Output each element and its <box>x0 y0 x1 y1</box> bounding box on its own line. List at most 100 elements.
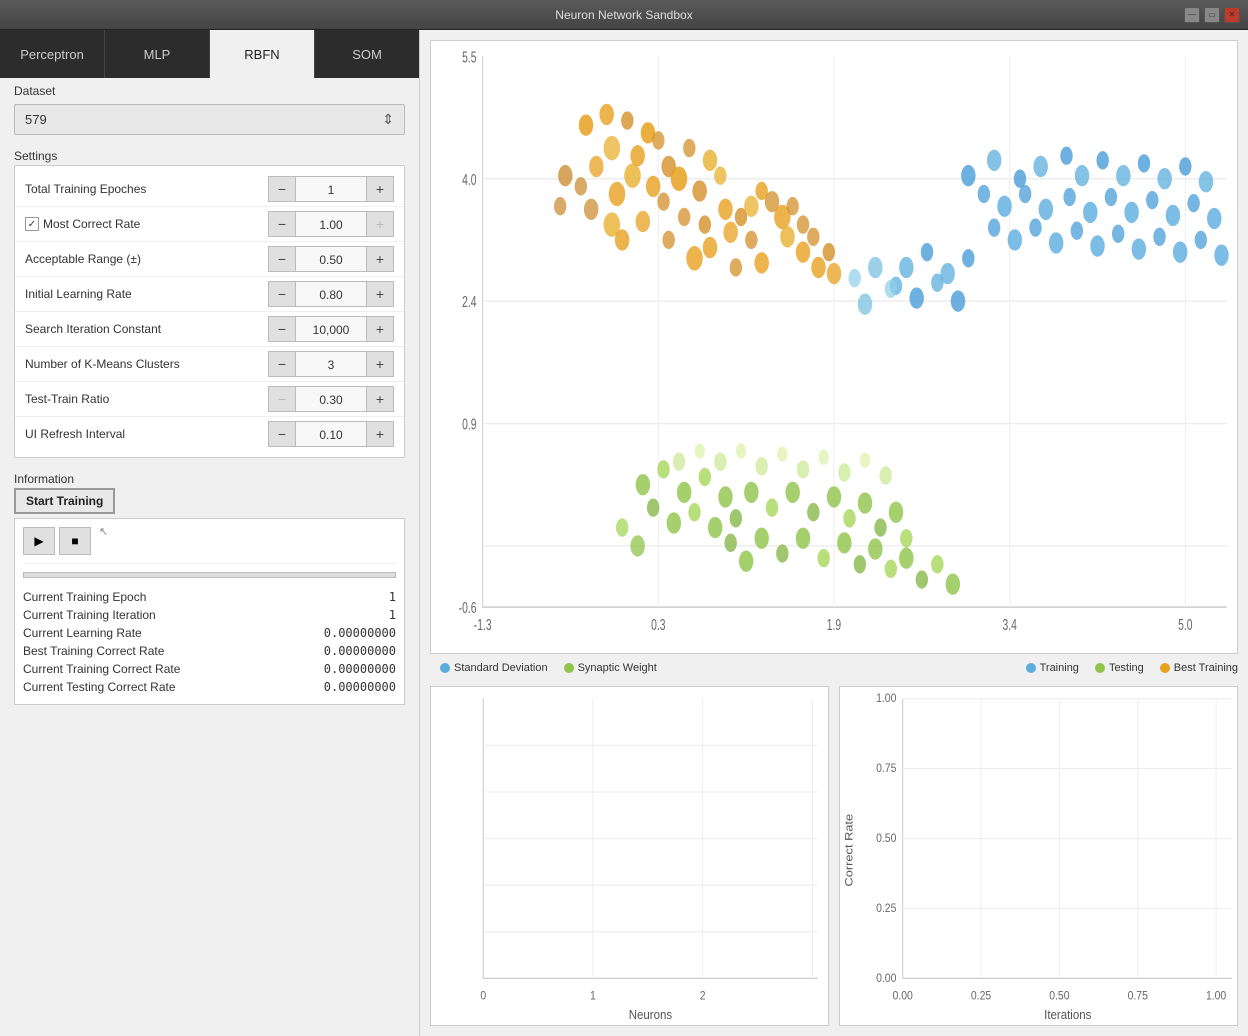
setting-row-kmeans: Number of K-Means Clusters − 3 + <box>15 347 404 382</box>
stop-icon: ■ <box>71 534 78 548</box>
legend-label-stddev: Standard Deviation <box>454 662 548 674</box>
svg-text:1.9: 1.9 <box>827 616 841 634</box>
stop-button[interactable]: ■ <box>59 527 91 555</box>
kmeans-plus[interactable]: + <box>366 351 394 377</box>
close-button[interactable]: ✕ <box>1224 7 1240 23</box>
legend-dot-stddev <box>440 663 450 673</box>
setting-controls-correctrate: − 1.00 + <box>268 211 394 237</box>
setting-row-sic: Search Iteration Constant − 10,000 + <box>15 312 404 347</box>
setting-label-epoches: Total Training Epoches <box>25 182 268 196</box>
info-key-iter: Current Training Iteration <box>23 608 156 622</box>
epoches-minus[interactable]: − <box>268 176 296 202</box>
info-key-testcr: Current Testing Correct Rate <box>23 680 176 694</box>
maximize-button[interactable]: ▭ <box>1204 7 1220 23</box>
info-row-testcr: Current Testing Correct Rate 0.00000000 <box>23 678 396 696</box>
setting-label-kmeans: Number of K-Means Clusters <box>25 357 268 371</box>
setting-label-refresh: UI Refresh Interval <box>25 427 268 441</box>
info-row-epoch: Current Training Epoch 1 <box>23 588 396 606</box>
correctrate-checkbox[interactable]: ✓ <box>25 217 39 231</box>
ratio-minus: − <box>268 386 296 412</box>
setting-label-correctrate: ✓ Most Correct Rate <box>25 217 268 231</box>
legend-label-best: Best Training <box>1174 662 1238 674</box>
svg-text:0: 0 <box>480 990 486 1003</box>
setting-label-lr: Initial Learning Rate <box>25 287 268 301</box>
svg-text:2: 2 <box>700 990 706 1003</box>
svg-text:2.4: 2.4 <box>462 293 476 311</box>
legend-label-testing: Testing <box>1109 662 1144 674</box>
tab-mlp[interactable]: MLP <box>105 30 210 78</box>
play-icon: ▶ <box>34 534 43 548</box>
kmeans-value: 3 <box>296 351 366 377</box>
info-val-lr: 0.00000000 <box>324 626 396 640</box>
setting-controls-sic: − 10,000 + <box>268 316 394 342</box>
setting-label-sic: Search Iteration Constant <box>25 322 268 336</box>
start-training-button[interactable]: Start Training <box>14 488 115 514</box>
info-row-iter: Current Training Iteration 1 <box>23 606 396 624</box>
dataset-value: 579 <box>25 112 47 127</box>
legend-testing: Testing <box>1095 662 1144 674</box>
svg-text:0.75: 0.75 <box>1128 990 1148 1003</box>
svg-text:4.0: 4.0 <box>462 171 476 189</box>
correctrate-minus[interactable]: − <box>268 211 296 237</box>
setting-controls-epoches: − 1 + <box>268 176 394 202</box>
play-button[interactable]: ▶ <box>23 527 55 555</box>
info-row-btcr: Best Training Correct Rate 0.00000000 <box>23 642 396 660</box>
progress-bar-container <box>23 572 396 578</box>
tab-rbfn[interactable]: RBFN <box>210 30 315 78</box>
legend-stddev: Standard Deviation <box>440 662 548 674</box>
legend-dot-training <box>1026 663 1036 673</box>
correct-rate-chart: 1.00 0.75 0.50 0.25 0.00 0.00 0.25 0.50 … <box>839 686 1238 1026</box>
svg-text:5.0: 5.0 <box>1178 616 1192 634</box>
range-minus[interactable]: − <box>268 246 296 272</box>
setting-controls-range: − 0.50 + <box>268 246 394 272</box>
info-key-ctcr: Current Training Correct Rate <box>23 662 180 676</box>
tab-perceptron[interactable]: Perceptron <box>0 30 105 78</box>
legend-label-synaptic: Synaptic Weight <box>578 662 657 674</box>
tab-bar: Perceptron MLP RBFN SOM <box>0 30 419 78</box>
epoches-plus[interactable]: + <box>366 176 394 202</box>
minimize-button[interactable]: — <box>1184 7 1200 23</box>
svg-text:Neurons: Neurons <box>629 1008 672 1023</box>
scatter-chart: 5.5 4.0 2.4 0.9 -0.6 -1.3 0.3 1.9 3.4 5.… <box>430 40 1238 654</box>
setting-row-lr: Initial Learning Rate − 0.80 + <box>15 277 404 312</box>
sic-minus[interactable]: − <box>268 316 296 342</box>
ratio-plus[interactable]: + <box>366 386 394 412</box>
tab-som[interactable]: SOM <box>315 30 419 78</box>
sic-value: 10,000 <box>296 316 366 342</box>
svg-text:1.00: 1.00 <box>1206 990 1226 1003</box>
range-plus[interactable]: + <box>366 246 394 272</box>
info-val-testcr: 0.00000000 <box>324 680 396 694</box>
setting-row-ratio: Test-Train Ratio − 0.30 + <box>15 382 404 417</box>
lr-minus[interactable]: − <box>268 281 296 307</box>
info-val-epoch: 1 <box>389 590 396 604</box>
svg-text:0.00: 0.00 <box>876 972 896 985</box>
legend-dot-best <box>1160 663 1170 673</box>
svg-text:3.4: 3.4 <box>1002 616 1016 634</box>
setting-controls-kmeans: − 3 + <box>268 351 394 377</box>
playback-controls: ▶ ■ ↖ <box>23 527 396 564</box>
sic-plus[interactable]: + <box>366 316 394 342</box>
svg-text:1: 1 <box>590 990 596 1003</box>
info-val-btcr: 0.00000000 <box>324 644 396 658</box>
info-key-epoch: Current Training Epoch <box>23 590 146 604</box>
left-panel: Perceptron MLP RBFN SOM Dataset 579 ⇕ Se… <box>0 30 420 1036</box>
dataset-select[interactable]: 579 ⇕ <box>14 104 405 135</box>
setting-controls-ratio: − 0.30 + <box>268 386 394 412</box>
svg-text:5.5: 5.5 <box>462 48 476 66</box>
titlebar: Neuron Network Sandbox — ▭ ✕ <box>0 0 1248 30</box>
refresh-minus[interactable]: − <box>268 421 296 447</box>
lr-plus[interactable]: + <box>366 281 394 307</box>
setting-controls-lr: − 0.80 + <box>268 281 394 307</box>
neurons-svg: 0 1 2 Neurons <box>431 687 828 1025</box>
bottom-charts: 0 1 2 Neurons <box>430 686 1238 1026</box>
svg-text:0.00: 0.00 <box>893 990 913 1003</box>
scatter-svg: 5.5 4.0 2.4 0.9 -0.6 -1.3 0.3 1.9 3.4 5.… <box>431 41 1237 653</box>
lr-value: 0.80 <box>296 281 366 307</box>
refresh-plus[interactable]: + <box>366 421 394 447</box>
svg-text:0.50: 0.50 <box>876 833 896 846</box>
information-label: Information <box>0 466 419 488</box>
settings-box: Total Training Epoches − 1 + ✓ Most Corr… <box>14 165 405 458</box>
info-row-lr: Current Learning Rate 0.00000000 <box>23 624 396 642</box>
kmeans-minus[interactable]: − <box>268 351 296 377</box>
ratio-value: 0.30 <box>296 386 366 412</box>
